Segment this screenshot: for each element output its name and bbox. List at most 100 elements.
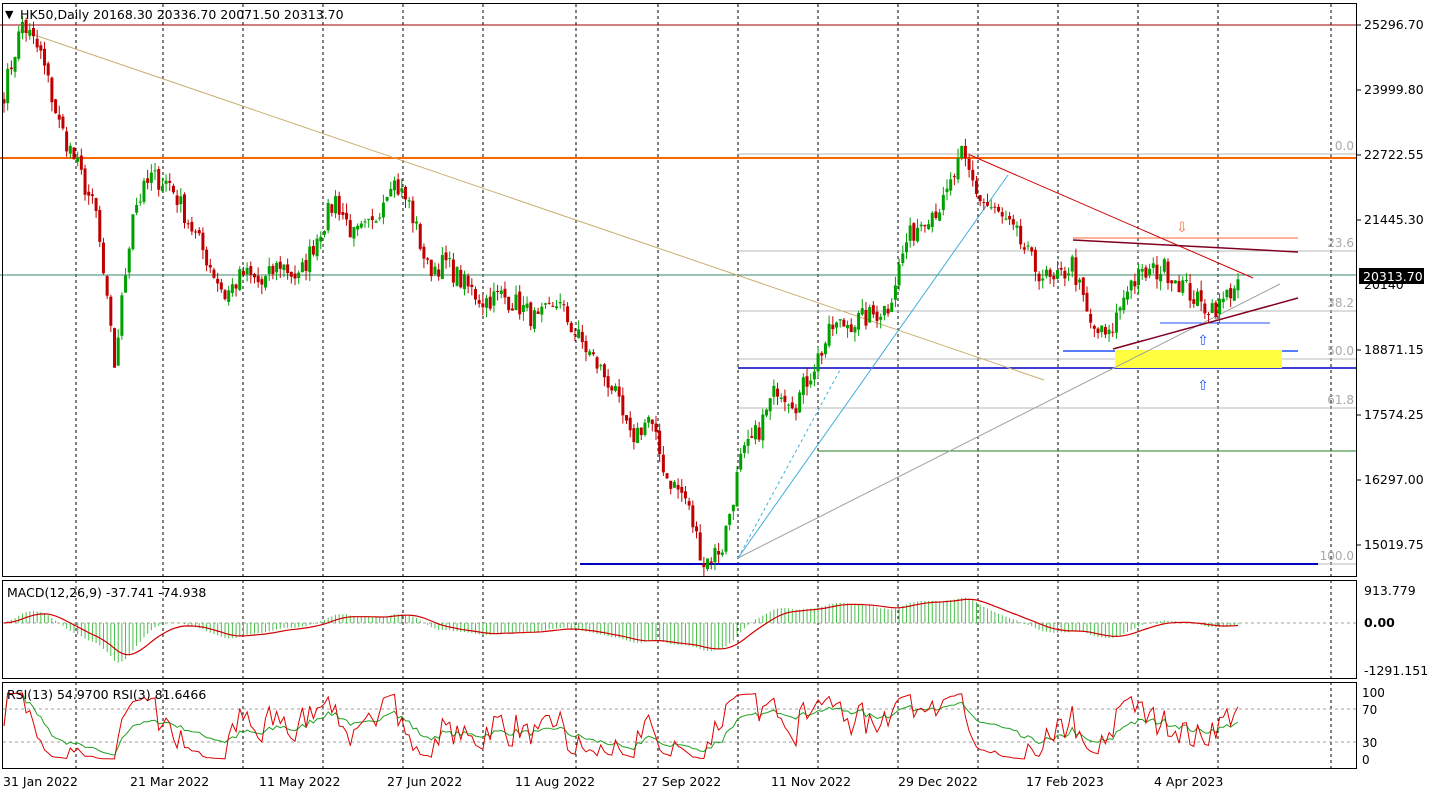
candle-body — [1177, 280, 1181, 293]
candle-body — [904, 242, 908, 253]
candle-body — [98, 209, 102, 242]
candle-body — [249, 266, 253, 276]
candle-body — [160, 186, 164, 191]
candle-body — [739, 453, 743, 470]
candle-body — [227, 290, 231, 302]
candle-body — [625, 415, 629, 421]
trading-chart[interactable]: 0.0 23.6 38.2 50.0 61.8 100.0 ⇩ ⇧ ⇧ ▼ HK… — [0, 0, 1436, 795]
candle-body — [194, 231, 198, 233]
candle-body — [1140, 268, 1144, 272]
candle-body — [949, 179, 953, 191]
candle-body — [1085, 292, 1089, 312]
candle-body — [901, 253, 905, 264]
candle-body — [816, 353, 820, 372]
candle-body — [496, 291, 500, 293]
candle-body — [1056, 270, 1060, 279]
candle-body — [330, 204, 334, 213]
candle-body — [135, 205, 139, 213]
candle-body — [768, 398, 772, 412]
candle-body — [462, 274, 466, 290]
candle-body — [101, 242, 105, 274]
candle-body — [1148, 268, 1152, 276]
candle-body — [1000, 212, 1004, 217]
candle-body — [1063, 270, 1067, 279]
candle-body — [404, 186, 408, 200]
candle-body — [17, 31, 21, 59]
candle-body — [6, 68, 10, 104]
date-label: 27 Jun 2022 — [387, 774, 462, 789]
candle-body — [182, 194, 186, 224]
candle-body — [1155, 264, 1159, 280]
candle-body — [540, 306, 544, 315]
candle-body — [941, 194, 945, 211]
candle-body — [757, 427, 761, 440]
candle-body — [264, 276, 268, 288]
candle-body — [116, 337, 120, 366]
candle-body — [669, 480, 673, 489]
candle-body — [986, 202, 990, 206]
candle-body — [897, 264, 901, 286]
price-label: 21445.30 — [1364, 212, 1424, 227]
candle-body — [1159, 274, 1163, 282]
candle-body — [875, 311, 879, 321]
candle-body — [1078, 279, 1082, 283]
candle-body — [584, 340, 588, 353]
candle-body — [639, 427, 643, 436]
candle-body — [812, 371, 816, 380]
candle-body — [278, 261, 282, 269]
candle-body — [326, 202, 330, 231]
candle-body — [1188, 283, 1192, 301]
candle-body — [433, 266, 437, 275]
candle-body — [378, 217, 382, 219]
candle-body — [912, 223, 916, 241]
candle-body — [109, 296, 113, 326]
candle-body — [1192, 299, 1196, 304]
candle-body — [672, 482, 676, 488]
candle-body — [473, 289, 477, 300]
candle-body — [1218, 299, 1222, 315]
candle-body — [636, 427, 640, 444]
candle-body — [823, 343, 827, 355]
candle-body — [720, 552, 724, 555]
candle-body — [617, 386, 621, 397]
price-label: 17574.25 — [1364, 407, 1424, 422]
candle-body — [860, 308, 864, 315]
candle-body — [205, 249, 209, 266]
candle-body — [418, 224, 422, 249]
candle-body — [731, 504, 735, 512]
candle-body — [1037, 273, 1041, 282]
candle-body — [602, 364, 606, 378]
support-zone[interactable] — [1115, 350, 1282, 368]
rsi-axis-label: 70 — [1362, 703, 1377, 717]
candle-body — [857, 313, 861, 330]
candle-body — [1125, 291, 1129, 300]
date-label: 31 Jan 2022 — [3, 774, 78, 789]
header-dropdown-icon[interactable]: ▼ — [5, 8, 14, 21]
candle-body — [779, 397, 783, 399]
candle-body — [709, 561, 713, 563]
candle-body — [798, 392, 802, 413]
candle-body — [783, 395, 787, 403]
candle-body — [507, 296, 511, 311]
candle-body — [1225, 289, 1229, 298]
fib-label-50: 50.0 — [1327, 344, 1354, 358]
candle-body — [613, 386, 617, 391]
macd-label: MACD(12,26,9) -37.741 -74.938 — [7, 585, 206, 600]
candle-body — [79, 155, 83, 170]
candle-body — [367, 218, 371, 220]
candle-body — [746, 439, 750, 446]
candle-body — [551, 305, 555, 307]
candle-body — [687, 501, 691, 506]
candle-body — [993, 206, 997, 208]
candle-body — [853, 327, 857, 333]
candle-body — [868, 307, 872, 323]
date-label: 21 Mar 2022 — [130, 774, 209, 789]
candle-body — [997, 206, 1001, 212]
candle-body — [761, 414, 765, 441]
candle-body — [765, 409, 769, 416]
candle-body — [967, 158, 971, 170]
macd-axis-label: 913.779 — [1364, 583, 1416, 598]
candle-body — [455, 267, 459, 286]
candle-body — [1214, 302, 1218, 317]
candle-body — [750, 436, 754, 438]
